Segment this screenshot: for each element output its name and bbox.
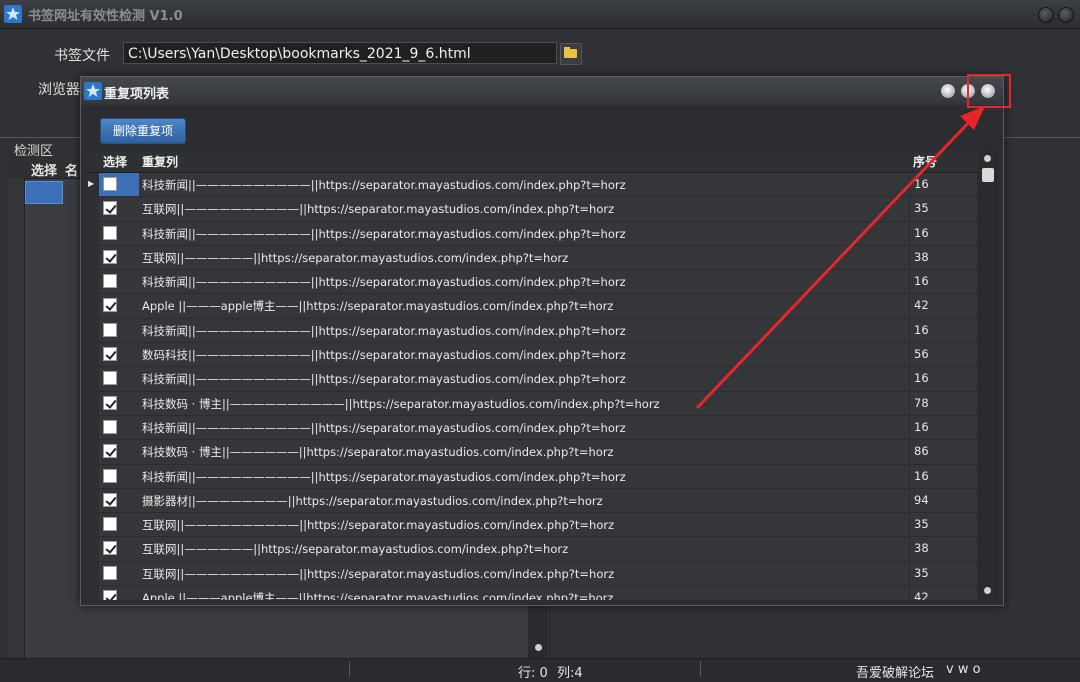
arrow-annotation-icon [695,106,985,410]
